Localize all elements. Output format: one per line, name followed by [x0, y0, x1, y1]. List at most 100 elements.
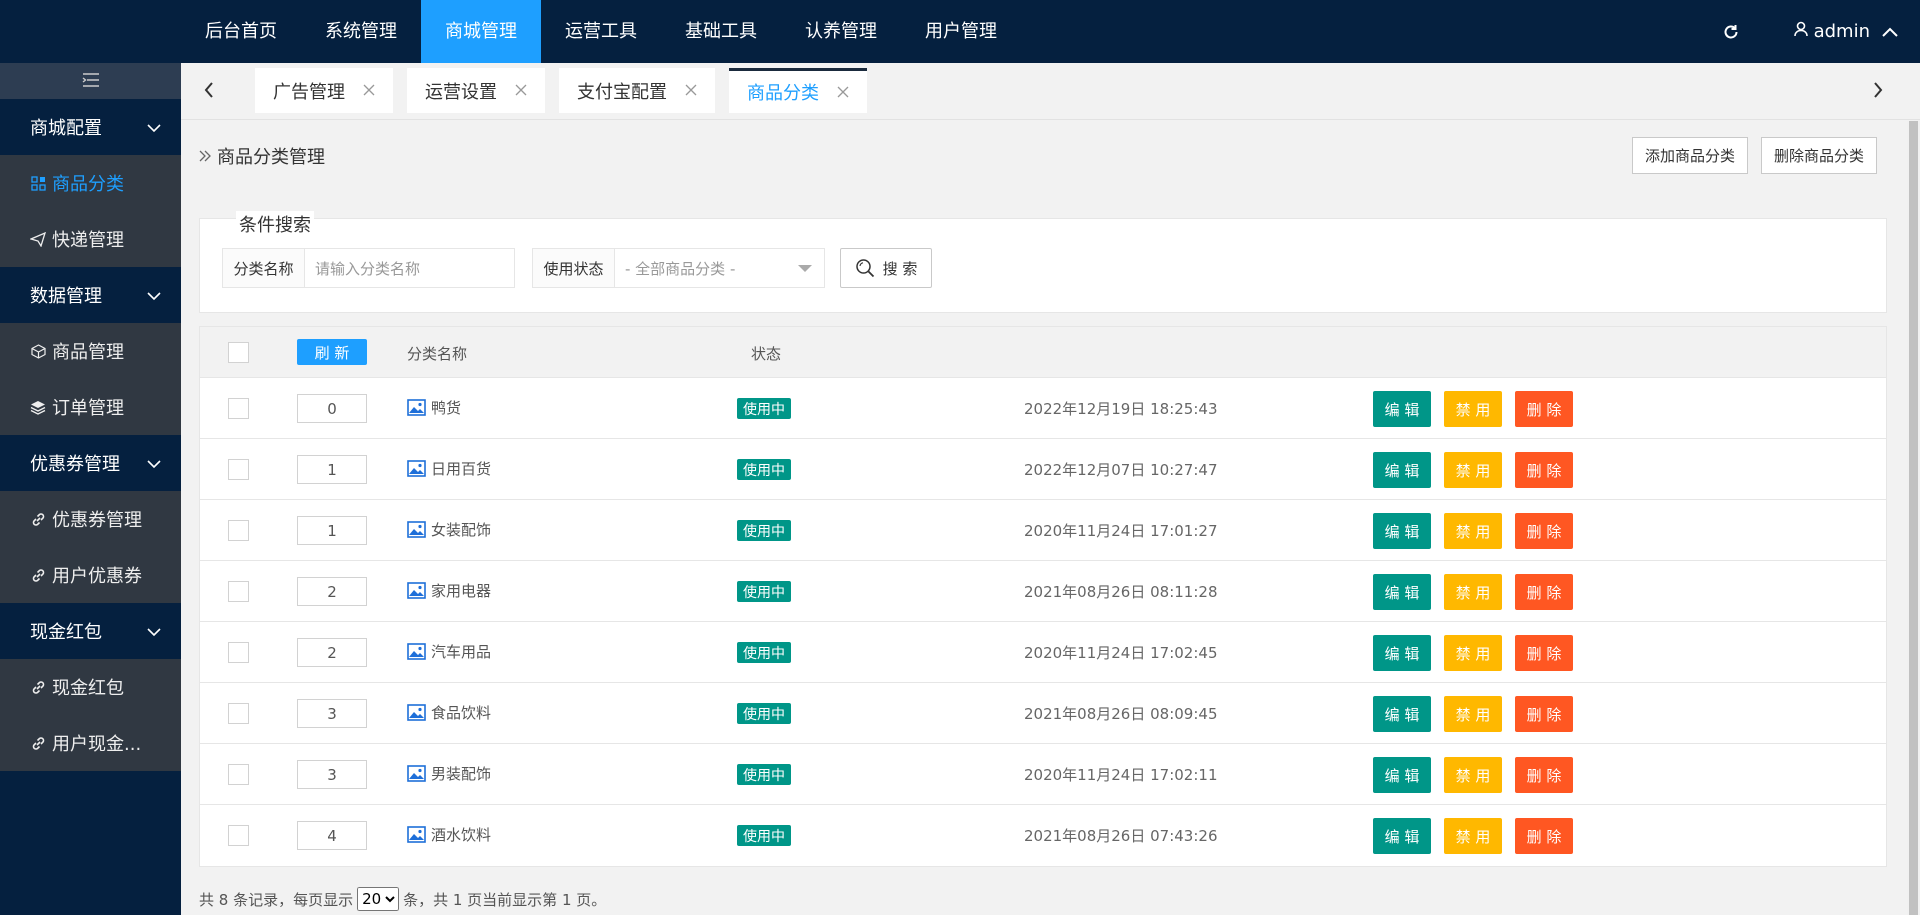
edit-button[interactable]: 编 辑 — [1373, 513, 1431, 549]
refresh-button[interactable]: 刷 新 — [297, 339, 367, 365]
sidebar-item[interactable]: 快递管理 — [0, 211, 181, 267]
pager-suffix: 条，共 1 页当前显示第 1 页。 — [403, 890, 607, 909]
tabs-scroll-left[interactable] — [189, 63, 229, 120]
search-panel: 条件搜索 分类名称 请输入分类名称 使用状态 - 全部商品分类 - 搜 索 — [199, 211, 1887, 313]
top-nav-item[interactable]: 系统管理 — [301, 0, 421, 63]
row-checkbox[interactable] — [228, 520, 249, 541]
image-icon[interactable] — [407, 704, 426, 721]
sort-order-input[interactable]: 2 — [297, 577, 367, 606]
row-checkbox[interactable] — [228, 703, 249, 724]
page-size-select[interactable]: 20 — [357, 887, 400, 911]
delete-button[interactable]: 删 除 — [1515, 635, 1573, 671]
sidebar-group[interactable]: 数据管理 — [0, 267, 181, 323]
sort-order-input[interactable]: 1 — [297, 516, 367, 545]
delete-button[interactable]: 删 除 — [1515, 574, 1573, 610]
user-menu[interactable]: admin — [1793, 21, 1898, 42]
row-checkbox[interactable] — [228, 398, 249, 419]
close-icon[interactable] — [685, 81, 697, 100]
sidebar-group[interactable]: 商城配置 — [0, 99, 181, 155]
row-checkbox[interactable] — [228, 459, 249, 480]
delete-button[interactable]: 删 除 — [1515, 696, 1573, 732]
sidebar-group[interactable]: 优惠券管理 — [0, 435, 181, 491]
sidebar-item[interactable]: 订单管理 — [0, 379, 181, 435]
chevron-up-icon — [1882, 21, 1898, 42]
top-nav-item[interactable]: 后台首页 — [181, 0, 301, 63]
top-nav-item[interactable]: 用户管理 — [901, 0, 1021, 63]
disable-button[interactable]: 禁 用 — [1444, 757, 1502, 793]
image-icon[interactable] — [407, 643, 426, 660]
close-icon[interactable] — [837, 83, 849, 102]
select-all-checkbox[interactable] — [228, 342, 249, 363]
delete-button[interactable]: 删 除 — [1515, 757, 1573, 793]
edit-button[interactable]: 编 辑 — [1373, 696, 1431, 732]
disable-button[interactable]: 禁 用 — [1444, 635, 1502, 671]
image-icon[interactable] — [407, 399, 426, 416]
disable-button[interactable]: 禁 用 — [1444, 574, 1502, 610]
sidebar-toggle[interactable] — [0, 63, 181, 99]
disable-button[interactable]: 禁 用 — [1444, 818, 1502, 854]
disable-button[interactable]: 禁 用 — [1444, 391, 1502, 427]
image-icon[interactable] — [407, 582, 426, 599]
edit-button[interactable]: 编 辑 — [1373, 574, 1431, 610]
edit-button[interactable]: 编 辑 — [1373, 391, 1431, 427]
tab[interactable]: 商品分类 — [729, 68, 867, 113]
row-checkbox[interactable] — [228, 642, 249, 663]
top-nav-item[interactable]: 运营工具 — [541, 0, 661, 63]
sidebar-item[interactable]: 优惠券管理 — [0, 491, 181, 547]
table-row: 3 男装配饰 使用中 2020年11月24日 17:02:11 编 辑禁 用删 除 — [200, 744, 1886, 805]
category-name-cell: 日用百货 — [407, 458, 491, 479]
delete-button[interactable]: 删 除 — [1515, 391, 1573, 427]
delete-button[interactable]: 删 除 — [1515, 513, 1573, 549]
sort-order-input[interactable]: 4 — [297, 821, 367, 850]
image-icon[interactable] — [407, 826, 426, 843]
refresh-icon[interactable] — [1716, 17, 1746, 47]
edit-button[interactable]: 编 辑 — [1373, 452, 1431, 488]
status-select[interactable]: 使用状态 - 全部商品分类 - — [532, 248, 825, 288]
edit-button[interactable]: 编 辑 — [1373, 635, 1431, 671]
delete-category-button[interactable]: 删除商品分类 — [1760, 137, 1877, 174]
row-checkbox[interactable] — [228, 825, 249, 846]
sort-order-input[interactable]: 2 — [297, 638, 367, 667]
add-category-button[interactable]: 添加商品分类 — [1631, 137, 1748, 174]
sort-order-input[interactable]: 3 — [297, 760, 367, 789]
close-icon[interactable] — [515, 81, 527, 100]
disable-button[interactable]: 禁 用 — [1444, 513, 1502, 549]
row-checkbox[interactable] — [228, 764, 249, 785]
top-nav-item[interactable]: 商城管理 — [421, 0, 541, 63]
sidebar-item[interactable]: 商品分类 — [0, 155, 181, 211]
category-name-cell: 男装配饰 — [407, 763, 491, 784]
disable-button[interactable]: 禁 用 — [1444, 452, 1502, 488]
tab[interactable]: 支付宝配置 — [559, 68, 715, 113]
tabs-scroll-right[interactable] — [1858, 63, 1898, 120]
sort-order-input[interactable]: 1 — [297, 455, 367, 484]
category-name: 男装配饰 — [431, 765, 492, 783]
category-name-input[interactable]: 请输入分类名称 — [305, 249, 514, 287]
sidebar-item[interactable]: 商品管理 — [0, 323, 181, 379]
image-icon[interactable] — [407, 765, 426, 782]
sidebar-item[interactable]: 用户优惠券 — [0, 547, 181, 603]
sidebar-item[interactable]: 用户现金... — [0, 715, 181, 771]
sort-order-input[interactable]: 0 — [297, 394, 367, 423]
edit-button[interactable]: 编 辑 — [1373, 818, 1431, 854]
scrollbar-thumb[interactable] — [1909, 121, 1918, 915]
disable-button[interactable]: 禁 用 — [1444, 696, 1502, 732]
row-checkbox[interactable] — [228, 581, 249, 602]
search-icon — [855, 258, 875, 278]
delete-button[interactable]: 删 除 — [1515, 452, 1573, 488]
row-actions: 编 辑禁 用删 除 — [1373, 696, 1586, 732]
tab[interactable]: 广告管理 — [255, 68, 393, 113]
image-icon[interactable] — [407, 521, 426, 538]
top-nav-item[interactable]: 认养管理 — [781, 0, 901, 63]
delete-button[interactable]: 删 除 — [1515, 818, 1573, 854]
top-nav-item[interactable]: 基础工具 — [661, 0, 781, 63]
scrollbar[interactable] — [1907, 121, 1920, 915]
image-icon[interactable] — [407, 460, 426, 477]
sidebar-group[interactable]: 现金红包 — [0, 603, 181, 659]
edit-button[interactable]: 编 辑 — [1373, 757, 1431, 793]
send-icon — [30, 231, 46, 247]
close-icon[interactable] — [363, 81, 375, 100]
search-button[interactable]: 搜 索 — [840, 248, 932, 288]
tab[interactable]: 运营设置 — [407, 68, 545, 113]
sort-order-input[interactable]: 3 — [297, 699, 367, 728]
sidebar-item[interactable]: 现金红包 — [0, 659, 181, 715]
